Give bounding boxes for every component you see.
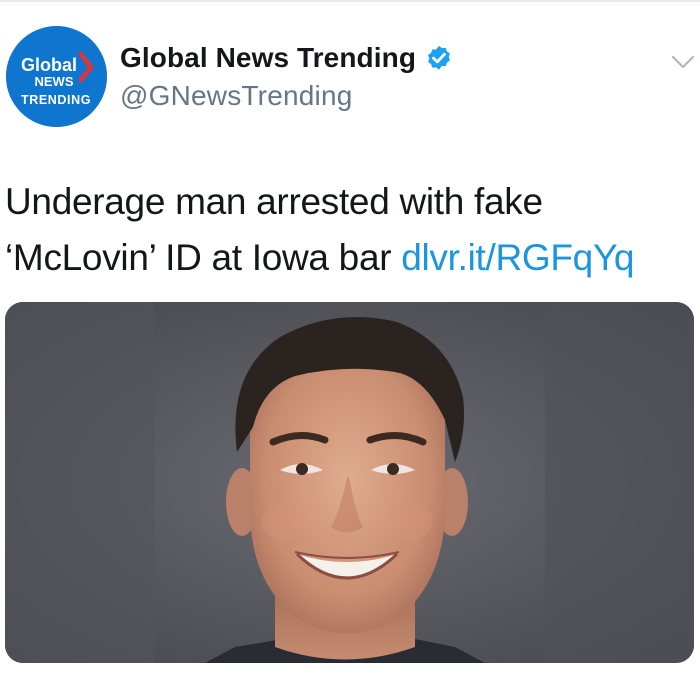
tweet-link[interactable]: dlvr.it/RGFqYq — [401, 237, 634, 278]
tweet-media-image[interactable] — [5, 302, 694, 663]
mugshot-photo — [5, 302, 694, 663]
tweet-author: Global News Trending @GNewsTrending — [120, 40, 454, 112]
chevron-down-icon — [671, 55, 695, 69]
logo-text-news: NEWS — [35, 74, 74, 89]
tweet-text: Underage man arrested with fake ‘McLovin… — [5, 174, 695, 286]
display-name[interactable]: Global News Trending — [120, 42, 416, 74]
tweet-menu-button[interactable] — [670, 52, 696, 72]
logo-text-trending: TRENDING — [21, 93, 91, 107]
user-handle[interactable]: @GNewsTrending — [120, 80, 454, 112]
avatar[interactable]: Global NEWS TRENDING — [6, 26, 107, 127]
verified-badge-icon — [428, 45, 451, 70]
global-news-logo: Global NEWS TRENDING — [6, 26, 107, 127]
logo-text-global: Global — [21, 55, 77, 75]
tweet-card: Global NEWS TRENDING Global News Trendin… — [0, 0, 700, 700]
display-name-row: Global News Trending — [120, 40, 454, 76]
